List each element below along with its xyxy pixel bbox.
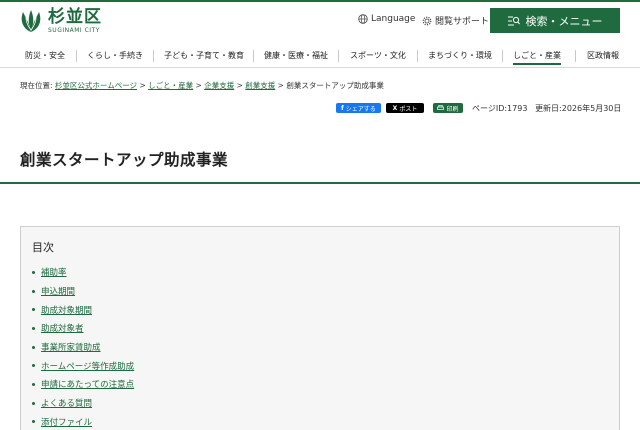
breadcrumb-separator: > [195, 81, 202, 90]
language-label: Language [371, 14, 416, 24]
printer-icon [437, 105, 445, 110]
bullet-icon [32, 308, 35, 312]
nav-divider [253, 50, 254, 62]
toc-item[interactable]: 添付ファイル [32, 413, 134, 430]
toc-heading: 目次 [32, 241, 54, 254]
nav-divider [502, 50, 503, 62]
title-underline [0, 182, 640, 184]
bullet-icon [32, 364, 35, 368]
bullet-icon [32, 270, 35, 274]
toc-link[interactable]: 助成対象期間 [41, 304, 92, 316]
toc-item[interactable]: 助成対象期間 [32, 300, 134, 319]
nav-item-work-industry[interactable]: しごと・産業 [513, 50, 561, 65]
nav-item-town-environment[interactable]: まちづくり・環境 [428, 50, 492, 61]
nav-item-sports-culture[interactable]: スポーツ・文化 [350, 50, 406, 61]
nav-divider [575, 50, 576, 62]
toc-item[interactable]: 助成対象者 [32, 319, 134, 338]
breadcrumb-link-startup-support[interactable]: 創業支援 [245, 81, 275, 90]
breadcrumb-link-work[interactable]: しごと・産業 [148, 81, 193, 90]
print-button[interactable]: 印刷 [433, 103, 463, 113]
breadcrumb-current: 創業スタートアップ助成事業 [286, 81, 384, 90]
toc-item[interactable]: 事業所家賃助成 [32, 338, 134, 357]
nav-item-ward-info[interactable]: 区政情報 [587, 50, 619, 61]
toc-link[interactable]: 申込期間 [41, 285, 75, 297]
logo-title: 杉並区 [48, 6, 102, 27]
x-post-label: ポスト [399, 105, 418, 113]
toc-list: 補助率 申込期間 助成対象期間 助成対象者 事業所家賃助成 ホームページ等作成助… [32, 263, 134, 430]
toc-link[interactable]: よくある質問 [41, 397, 92, 409]
page-id: ページID:1793 [472, 104, 528, 113]
nav-divider [338, 50, 339, 62]
print-label: 印刷 [446, 105, 459, 113]
x-icon: X [392, 104, 398, 112]
toc-item[interactable]: ホームページ等作成助成 [32, 356, 134, 375]
breadcrumb-separator: > [277, 81, 284, 90]
bullet-icon [32, 326, 35, 330]
toc-item[interactable]: 補助率 [32, 263, 134, 282]
toc-link[interactable]: 申請にあたっての注意点 [41, 378, 134, 390]
facebook-share-label: シェアする [345, 105, 376, 113]
global-nav: 防災・安全 くらし・手続き 子ども・子育て・教育 健康・医療・福祉 スポーツ・文… [0, 44, 640, 68]
nav-divider [153, 50, 154, 62]
site-header: 杉並区 SUGINAMI CITY Language 閲覧サポート 検索・メニュ… [0, 2, 640, 44]
bullet-icon [32, 345, 35, 349]
breadcrumb-separator: > [236, 81, 243, 90]
city-emblem-icon [21, 10, 41, 32]
gear-icon [422, 16, 432, 25]
bullet-icon [32, 401, 35, 405]
page-meta: ページID:1793 更新日:2026年5月30日 [472, 103, 621, 114]
toc-link[interactable]: 補助率 [41, 266, 67, 278]
breadcrumb-prefix: 現在位置: [20, 81, 53, 90]
breadcrumb-separator: > [139, 81, 146, 90]
toc-link[interactable]: 事業所家賃助成 [41, 341, 101, 353]
toc-link[interactable]: 添付ファイル [41, 416, 92, 428]
x-post-button[interactable]: X ポスト [386, 103, 424, 113]
nav-divider [417, 50, 418, 62]
logo-subtitle: SUGINAMI CITY [48, 26, 100, 34]
reading-support-link[interactable]: 閲覧サポート [422, 14, 489, 27]
language-link[interactable]: Language [358, 14, 415, 24]
search-menu-label: 検索・メニュー [525, 14, 603, 28]
globe-icon [358, 14, 368, 24]
facebook-share-button[interactable]: f シェアする [336, 103, 381, 113]
toc-link[interactable]: ホームページ等作成助成 [41, 360, 134, 372]
nav-item-children[interactable]: 子ども・子育て・教育 [164, 50, 244, 61]
bullet-icon [32, 420, 35, 424]
nav-divider [76, 50, 77, 62]
updated-date: 更新日:2026年5月30日 [535, 104, 622, 113]
site-logo[interactable]: 杉並区 SUGINAMI CITY [18, 8, 102, 34]
toc-link[interactable]: 助成対象者 [41, 322, 84, 334]
nav-item-disaster-safety[interactable]: 防災・安全 [25, 50, 65, 61]
breadcrumb-link-business-support[interactable]: 企業支援 [204, 81, 234, 90]
search-menu-button[interactable]: 検索・メニュー [490, 8, 620, 33]
breadcrumb-link-home[interactable]: 杉並区公式ホームページ [55, 81, 137, 90]
toc-item[interactable]: 申込期間 [32, 282, 134, 301]
bullet-icon [32, 289, 35, 293]
page-title: 創業スタートアップ助成事業 [20, 151, 229, 169]
table-of-contents: 目次 補助率 申込期間 助成対象期間 助成対象者 事業所家賃助成 ホームページ等… [20, 226, 620, 430]
nav-item-health[interactable]: 健康・医療・福祉 [264, 50, 328, 61]
nav-item-living[interactable]: くらし・手続き [87, 50, 143, 61]
search-menu-icon [507, 16, 520, 25]
reading-support-label: 閲覧サポート [435, 17, 490, 27]
toc-item[interactable]: 申請にあたっての注意点 [32, 375, 134, 394]
bullet-icon [32, 382, 35, 386]
breadcrumb: 現在位置: 杉並区公式ホームページ > しごと・産業 > 企業支援 > 創業支援… [20, 80, 384, 91]
toc-item[interactable]: よくある質問 [32, 394, 134, 413]
facebook-icon: f [341, 104, 344, 112]
